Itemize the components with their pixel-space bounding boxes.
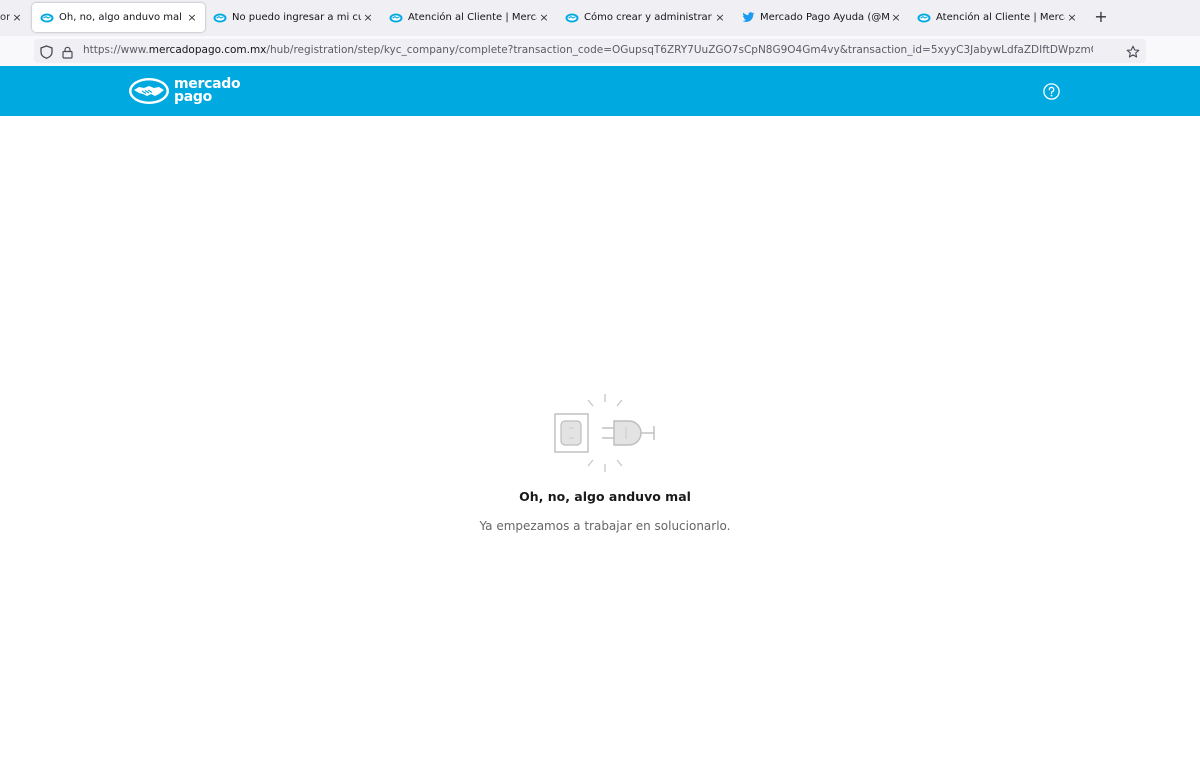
tab-title: No puedo ingresar a mi cuenta (232, 12, 361, 23)
tab-title: Oh, no, algo anduvo mal (59, 12, 182, 23)
url-host: mercadopago.com.mx (148, 44, 267, 56)
close-tab-icon[interactable]: × (10, 11, 24, 24)
tab-atencion-cliente-2[interactable]: Atención al Cliente | Mercado P × (917, 3, 1079, 32)
twitter-bird-icon (741, 11, 755, 25)
site-header: mercado pago (0, 66, 1200, 116)
tab-como-crear-colaboradores[interactable]: Cómo crear y administrar colab × (565, 3, 727, 32)
handshake-logo-icon (129, 78, 169, 104)
close-tab-icon[interactable]: × (889, 11, 903, 24)
tab-no-puedo-ingresar[interactable]: No puedo ingresar a mi cuenta × (213, 3, 375, 32)
url-bar[interactable]: https://www.mercadopago.com.mx/hub/regis… (34, 39, 1146, 63)
error-title: Oh, no, algo anduvo mal (519, 489, 691, 504)
mercadopago-favicon-icon (389, 11, 403, 25)
close-tab-icon[interactable]: × (537, 11, 551, 24)
new-tab-button[interactable]: + (1092, 8, 1110, 26)
tab-atencion-cliente-1[interactable]: Atención al Cliente | Mercado P × (389, 3, 551, 32)
logo-line-pago: pago (174, 89, 212, 105)
tab-title: Cómo crear y administrar colab (584, 12, 713, 23)
url-path: /hub/registration/step/kyc_company/compl… (266, 44, 1093, 56)
browser-tab-strip: on × Oh, no, algo anduvo mal × No puedo … (0, 0, 1200, 36)
logo-text: mercado pago (174, 77, 241, 105)
close-tab-icon[interactable]: × (361, 11, 375, 24)
browser-nav-bar: https://www.mercadopago.com.mx/hub/regis… (0, 36, 1200, 66)
mercadopago-favicon-icon (40, 11, 54, 25)
tab-title: on (0, 12, 10, 23)
tab-title: Mercado Pago Ayuda (@MP_ay (760, 12, 889, 23)
bookmark-star-icon[interactable] (1126, 44, 1140, 63)
tab-title: Atención al Cliente | Mercado P (408, 12, 537, 23)
mercadopago-favicon-icon (917, 11, 931, 25)
tracking-protection-shield-icon[interactable] (40, 44, 53, 63)
tab-twitter-mp-ayuda[interactable]: Mercado Pago Ayuda (@MP_ay × (741, 3, 903, 32)
help-icon[interactable] (1043, 83, 1060, 104)
error-subtitle: Ya empezamos a trabajar en solucionarlo. (479, 519, 731, 533)
close-tab-icon[interactable]: × (1065, 11, 1079, 24)
unplugged-plug-illustration-icon (550, 392, 662, 480)
tab-title: Atención al Cliente | Mercado P (936, 12, 1065, 23)
close-tab-icon[interactable]: × (713, 11, 727, 24)
url-text[interactable]: https://www.mercadopago.com.mx/hub/regis… (83, 44, 1093, 56)
url-prefix: https://www. (83, 44, 149, 56)
close-tab-icon[interactable]: × (185, 11, 199, 24)
mercadopago-favicon-icon (565, 11, 579, 25)
tab-partial[interactable]: on × (0, 3, 24, 32)
tab-active-error[interactable]: Oh, no, algo anduvo mal × (32, 3, 205, 32)
mercadopago-favicon-icon (213, 11, 227, 25)
lock-icon[interactable] (62, 44, 73, 63)
mercadopago-logo[interactable]: mercado pago (128, 74, 241, 108)
